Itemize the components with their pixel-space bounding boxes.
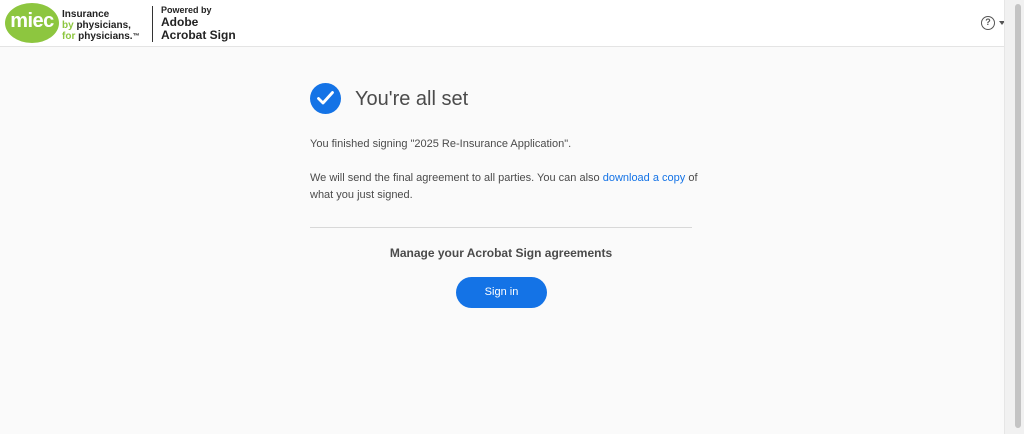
tagline-line3: for physicians.™: [62, 31, 140, 42]
adobe-acrobat-sign-logo: Adobe Acrobat Sign: [161, 16, 236, 42]
manage-heading: Manage your Acrobat Sign agreements: [389, 246, 613, 260]
acrobat-sign-line: Acrobat Sign: [161, 28, 236, 42]
top-header: miec Insurance by physicians, for physic…: [0, 0, 1005, 47]
miec-tagline: Insurance by physicians, for physicians.…: [62, 9, 140, 42]
scrollbar-thumb[interactable]: [1015, 4, 1021, 428]
sign-in-button[interactable]: Sign in: [456, 277, 547, 308]
miec-logo-text: miec: [10, 10, 54, 32]
tagline-line2: by physicians,: [62, 20, 131, 31]
page-title: You're all set: [355, 88, 469, 110]
checkmark-circle-icon: [310, 83, 341, 114]
header-divider: [152, 6, 153, 42]
send-message: We will send the final agreement to all …: [310, 172, 698, 201]
download-copy-link[interactable]: download a copy: [603, 172, 686, 184]
finished-message: You finished signing "2025 Re-Insurance …: [310, 138, 572, 150]
scrollbar-track[interactable]: [1004, 0, 1024, 434]
miec-logo: miec: [5, 3, 59, 43]
powered-by-label: Powered by: [161, 5, 212, 15]
section-divider: [310, 227, 692, 228]
help-icon[interactable]: ?: [981, 16, 995, 30]
tagline-line1: Insurance: [62, 9, 110, 20]
